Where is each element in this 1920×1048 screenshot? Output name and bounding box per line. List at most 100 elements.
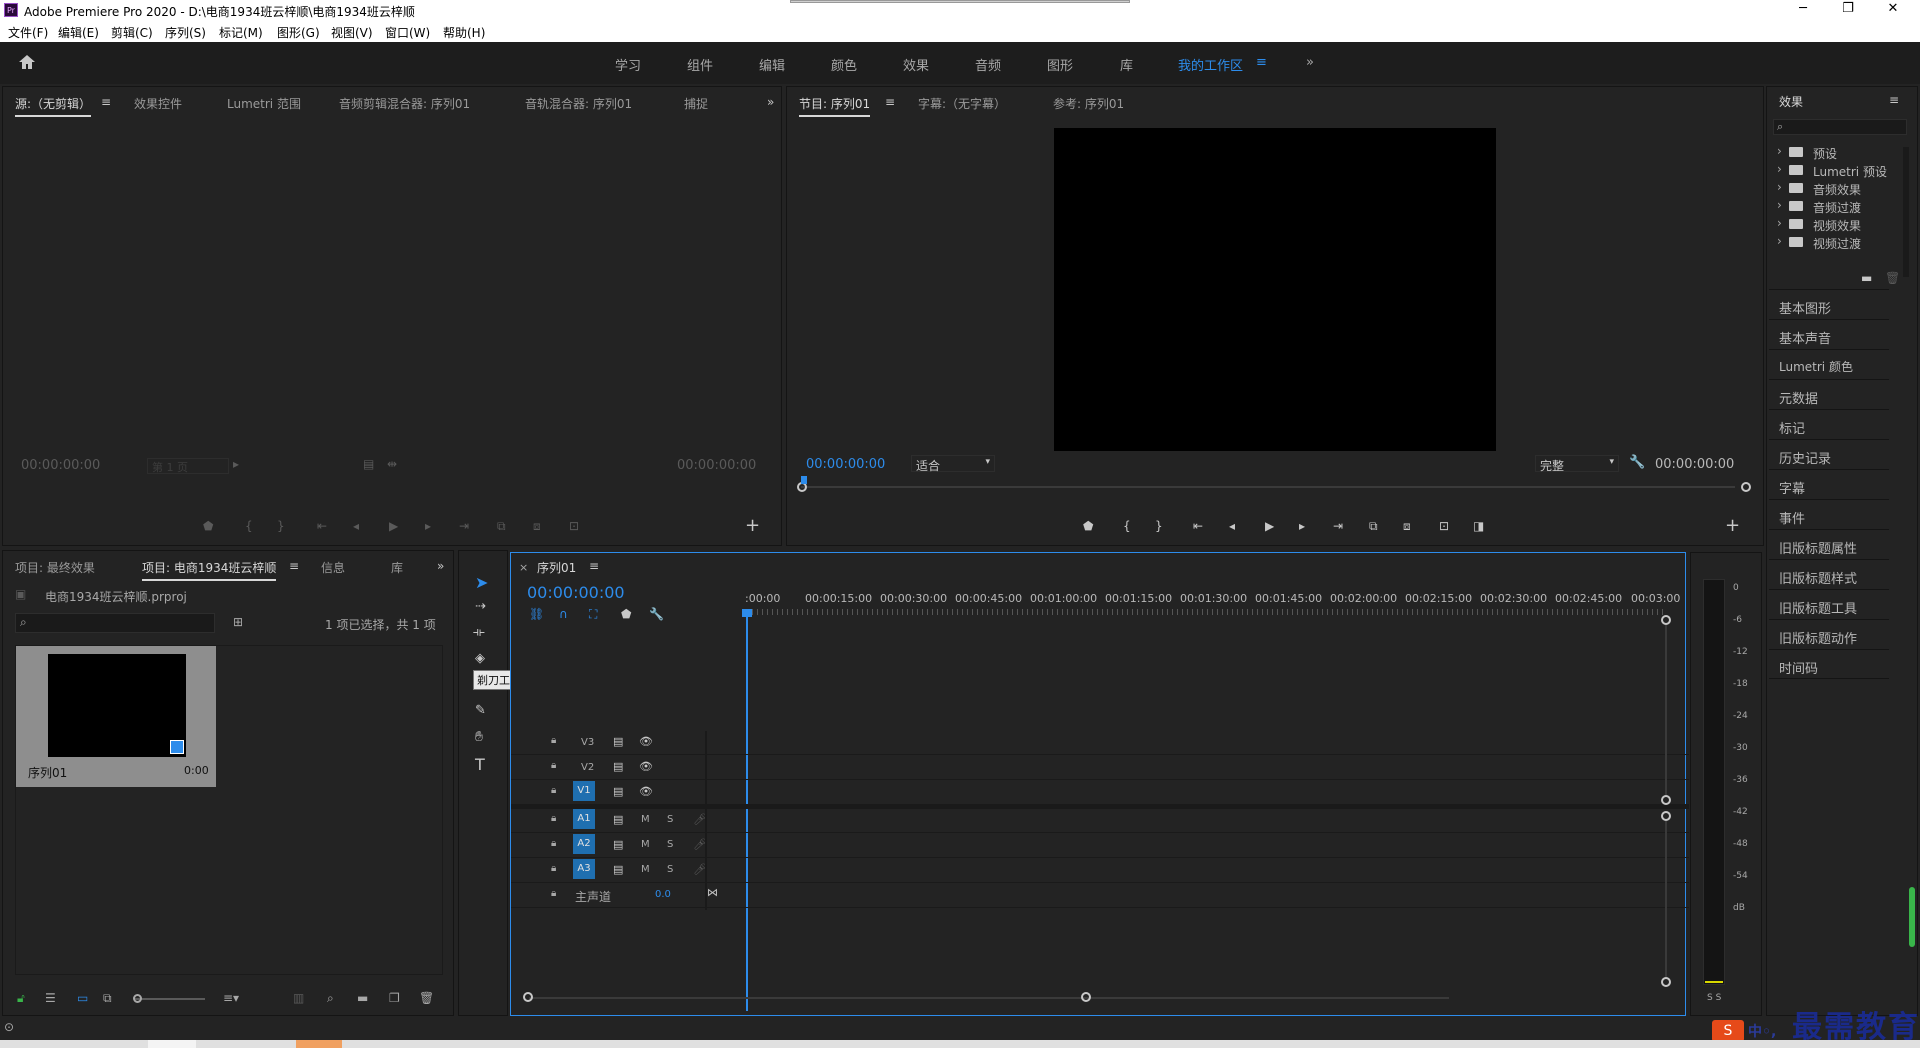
solo-button[interactable]: S (667, 814, 673, 825)
lock-icon[interactable]: 🔒︎ (551, 785, 556, 796)
mark-in-icon[interactable]: { (245, 519, 253, 533)
track-master[interactable]: 🔒︎ 主声道 0.0 ⋈ (511, 884, 1689, 908)
workspace-learn[interactable]: 学习 (615, 55, 641, 74)
wrench-icon[interactable]: 🔧 (1629, 455, 1645, 470)
panel-markers[interactable]: 标记 (1769, 409, 1889, 439)
taskbar-item[interactable] (148, 1040, 196, 1048)
effects-scrollbar[interactable] (1903, 147, 1909, 277)
program-add-button-icon[interactable]: + (1725, 515, 1740, 536)
lift-icon[interactable]: ⧉ (1369, 519, 1378, 534)
restore-icon[interactable]: ❐ (1828, 1, 1868, 16)
vertical-zoom-handle[interactable] (1661, 977, 1671, 987)
time-ruler[interactable]: :00:00 00:00:15:00 00:00:30:00 00:00:45:… (745, 587, 1680, 617)
track-v1[interactable]: 🔒︎ V1 ▤ 👁︎ (511, 781, 1689, 805)
vertical-zoom-handle[interactable] (1661, 795, 1671, 805)
master-volume[interactable]: 0.0 (655, 889, 671, 900)
timeline-settings-icon[interactable]: 🔧 (649, 607, 664, 621)
lock-icon[interactable]: 🔒︎ (551, 760, 556, 771)
mute-button[interactable]: M (641, 839, 650, 850)
source-drag-icon[interactable]: ⇹ (387, 457, 397, 471)
effects-folder-audio-transitions[interactable]: › 音频过渡 (1767, 197, 1917, 215)
overwrite-icon[interactable]: ⧈ (533, 519, 541, 534)
ime-indicator-icon[interactable]: 中◦, (1748, 1021, 1776, 1041)
panel-timecode[interactable]: 时间码 (1769, 649, 1889, 679)
mute-button[interactable]: M (641, 814, 650, 825)
new-item-icon[interactable]: ❐ (389, 991, 400, 1005)
selection-tool-icon[interactable]: ➤ (475, 573, 488, 592)
panel-essential-graphics[interactable]: 基本图形 (1769, 289, 1889, 319)
play-icon[interactable]: ▶ (389, 519, 398, 533)
snap-icon[interactable]: ∩ (559, 607, 568, 621)
effects-folder-lumetri-presets[interactable]: › Lumetri 预设 (1767, 161, 1917, 179)
lock-icon[interactable]: 🔒︎ (551, 838, 556, 849)
source-settings-icon[interactable]: ▤ (363, 457, 374, 471)
trash-icon[interactable]: 🗑︎ (1885, 271, 1900, 285)
lock-icon[interactable]: 🔒︎ (551, 863, 556, 874)
add-marker-icon[interactable]: ⬟ (621, 607, 631, 621)
vertical-zoom-handle[interactable] (1661, 615, 1671, 625)
sync-lock-icon[interactable]: ▤ (613, 785, 623, 798)
automate-icon[interactable]: ▥ (293, 991, 304, 1005)
panel-lumetri-color[interactable]: Lumetri 颜色 (1769, 349, 1889, 379)
effects-folder-audio-effects[interactable]: › 音频效果 (1767, 179, 1917, 197)
go-to-in-icon[interactable]: ⇤ (1193, 519, 1203, 533)
effects-folder-presets[interactable]: › 预设 (1767, 143, 1917, 161)
more-workspaces-icon[interactable]: » (1306, 55, 1314, 70)
source-add-button-icon[interactable]: + (745, 515, 760, 536)
step-back-icon[interactable]: ◂ (1229, 519, 1235, 533)
export-frame-icon[interactable]: ⊡ (1439, 519, 1449, 533)
workspace-assembly[interactable]: 组件 (687, 55, 713, 74)
icon-view-icon[interactable]: ▭ (77, 991, 88, 1005)
mark-in-icon[interactable]: { (1123, 519, 1131, 533)
page-select[interactable]: 第 1 页 (147, 458, 229, 474)
menu-edit[interactable]: 编辑(E) (58, 24, 99, 41)
close-icon[interactable]: ✕ (1873, 1, 1913, 16)
panel-captions[interactable]: 字幕 (1769, 469, 1889, 499)
workspace-audio[interactable]: 音频 (975, 55, 1001, 74)
menu-graphics[interactable]: 图形(G) (277, 24, 320, 41)
quality-select[interactable]: 完整 ▾ (1535, 455, 1619, 473)
eye-icon[interactable]: 👁︎ (639, 785, 653, 798)
new-bin-icon[interactable]: ▬ (1861, 271, 1872, 285)
sort-icon[interactable]: ≡▾ (223, 991, 239, 1005)
track-a3[interactable]: 🔒︎ A3 ▤ M S 🎤︎ (511, 859, 1689, 883)
sync-lock-icon[interactable]: ▤ (613, 760, 623, 773)
track-a1[interactable]: 🔒︎ A1 ▤ M S 🎤︎ (511, 809, 1689, 833)
workspace-libraries[interactable]: 库 (1120, 55, 1133, 74)
lock-icon[interactable]: 🔒︎ (551, 888, 556, 899)
track-v3[interactable]: 🔒︎ V3 ▤ 👁︎ (511, 731, 1689, 755)
tab-libraries[interactable]: 库 (391, 559, 403, 576)
sequence-thumbnail[interactable]: 序列01 0:00 (16, 646, 216, 787)
step-forward-icon[interactable]: ▸ (425, 519, 431, 533)
sync-lock-icon[interactable]: ▤ (613, 838, 623, 851)
workspace-editing[interactable]: 编辑 (759, 55, 785, 74)
go-to-in-icon[interactable]: ⇤ (317, 519, 327, 533)
more-tabs-icon[interactable]: » (767, 95, 774, 109)
tab-reference[interactable]: 参考: 序列01 (1053, 95, 1124, 112)
source-timecode-left[interactable]: 00:00:00:00 (21, 458, 100, 473)
lock-icon[interactable]: 🔒︎ (551, 813, 556, 824)
ime-logo-icon[interactable]: S (1712, 1020, 1744, 1042)
vertical-zoom-handle[interactable] (1661, 811, 1671, 821)
panel-events[interactable]: 事件 (1769, 499, 1889, 529)
panel-history[interactable]: 历史记录 (1769, 439, 1889, 469)
source-play-small-icon[interactable]: ▸ (233, 457, 239, 471)
lock-icon[interactable]: 🔒︎ (551, 735, 556, 746)
program-menu-icon[interactable]: ≡ (885, 95, 895, 109)
timeline-timecode[interactable]: 00:00:00:00 (527, 583, 625, 602)
play-icon[interactable]: ▶ (1265, 519, 1274, 533)
effects-menu-icon[interactable]: ≡ (1889, 93, 1899, 107)
track-target-a1[interactable]: A1 (573, 809, 595, 829)
panel-metadata[interactable]: 元数据 (1769, 379, 1889, 409)
tab-program[interactable]: 节目: 序列01 (799, 95, 871, 117)
effects-search-input[interactable]: ⌕ (1773, 119, 1907, 135)
menu-window[interactable]: 窗口(W) (385, 24, 430, 41)
scrubber-end-handle[interactable] (1741, 482, 1751, 492)
add-marker-icon[interactable]: ⬟ (1083, 519, 1093, 533)
eye-icon[interactable]: 👁︎ (639, 760, 653, 773)
horizontal-scrollbar[interactable] (529, 997, 1449, 999)
linked-selection-icon[interactable]: ⛶ (589, 607, 597, 622)
panel-legacy-title-tools[interactable]: 旧版标题工具 (1769, 589, 1889, 619)
tab-sequence[interactable]: 序列01 (537, 559, 576, 576)
tab-project-current[interactable]: 项目: 电商1934班云梓顺 (142, 559, 277, 581)
